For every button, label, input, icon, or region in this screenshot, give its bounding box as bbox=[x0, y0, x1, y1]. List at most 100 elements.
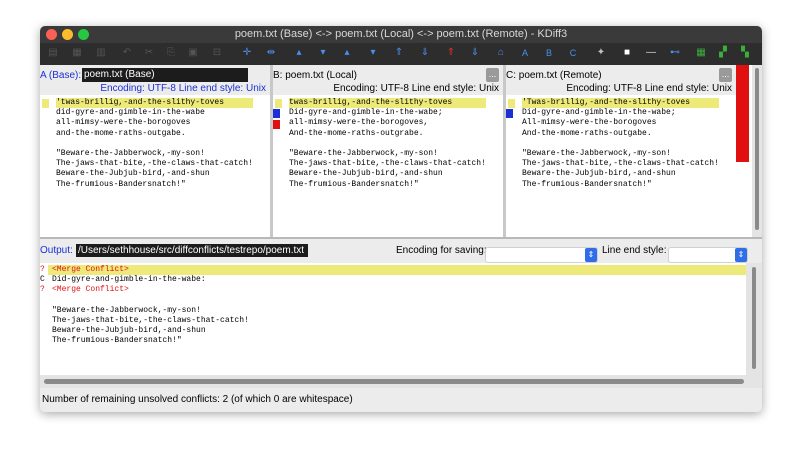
output-pane[interactable]: ? C? <Merge Conflict> Did-gyre-and-gimble-… bbox=[40, 263, 746, 375]
encoding-for-saving-label: Encoding for saving: bbox=[396, 245, 487, 256]
code-line: The-frumious-Bandersnatch!" bbox=[522, 179, 652, 189]
home-icon[interactable]: ⌂ bbox=[494, 46, 508, 60]
line-end-style-select[interactable]: ⇕ bbox=[668, 247, 748, 263]
window-title: poem.txt (Base) <-> poem.txt (Local) <->… bbox=[234, 28, 568, 40]
arrow-up-icon[interactable]: ▴ bbox=[340, 46, 354, 60]
pane-c-conflict-marker bbox=[508, 99, 515, 108]
dash-icon[interactable]: — bbox=[644, 46, 658, 60]
pane-a[interactable]: A (Base): poem.txt (Base) Encoding: UTF-… bbox=[40, 65, 270, 237]
code-line: Beware-the-Jubjub-bird,-and-shun bbox=[52, 326, 206, 336]
pane-b-encoding: Encoding: UTF-8 Line end style: Unix bbox=[333, 83, 499, 94]
square-icon[interactable]: ■ bbox=[620, 46, 634, 60]
undo-icon[interactable]: ↶ bbox=[120, 46, 134, 60]
wizard-icon[interactable]: ✦ bbox=[594, 46, 608, 60]
arrow-down-icon[interactable]: ▾ bbox=[366, 46, 380, 60]
pane-a-filename[interactable]: poem.txt (Base) bbox=[82, 68, 248, 82]
line-end-style-label: Line end style: bbox=[602, 245, 667, 256]
arrow-up-icon[interactable]: ▴ bbox=[292, 46, 306, 60]
code-line: Did-gyre-and-gimble-in-the-wabe; bbox=[289, 108, 443, 118]
kdiff3-window: poem.txt (Base) <-> poem.txt (Local) <->… bbox=[40, 26, 762, 412]
save-icon[interactable]: ▤ bbox=[46, 46, 60, 60]
overview-conflict-red bbox=[736, 65, 749, 162]
code-line: all-mimsy-were-the-borogoves, bbox=[289, 118, 429, 128]
arrow-down-icon[interactable]: ▾ bbox=[316, 46, 330, 60]
code-line: And-the-mome-raths-outgabe. bbox=[522, 128, 652, 138]
code-line: 'twas-brillig,-and-the-slithy-toves bbox=[56, 98, 253, 109]
chevron-updown-icon: ⇕ bbox=[585, 248, 597, 262]
fit-icon[interactable]: ⇹ bbox=[264, 46, 278, 60]
paste-icon[interactable]: ▣ bbox=[186, 46, 200, 60]
vertical-scrollbar-output[interactable] bbox=[746, 263, 762, 375]
output-header: Output: /Users/sethhouse/src/diffconflic… bbox=[40, 239, 762, 263]
conflict-up-icon[interactable]: ⇑ bbox=[444, 46, 458, 60]
double-up-icon[interactable]: ⇑ bbox=[392, 46, 406, 60]
code-line: Beware-the-Jubjub-bird,-and-shun bbox=[522, 169, 676, 179]
code-line: The-jaws-that-bite,-the-claws-that-catch… bbox=[522, 159, 719, 169]
toolbar: ▤ ▦ ▥ ↶ ✂ ⎘ ▣ ⊟ ✛ ⇹ ▴ ▾ ▴ ▾ ⇑ ⇓ ⇑ ⇓ ⌂ A … bbox=[40, 43, 762, 65]
choose-c-icon[interactable]: C bbox=[566, 46, 580, 60]
vertical-scrollbar-top[interactable] bbox=[752, 65, 762, 237]
pane-b-label: B: poem.txt (Local) bbox=[273, 70, 357, 81]
pane-b-diff-marker-blue bbox=[273, 109, 280, 118]
reload-icon[interactable]: ▥ bbox=[94, 46, 108, 60]
scrollbar-thumb[interactable] bbox=[752, 267, 756, 369]
pane-c-encoding: Encoding: UTF-8 Line end style: Unix bbox=[566, 83, 732, 94]
overview-b-icon[interactable]: ▞ bbox=[716, 46, 730, 60]
pane-b-diff-marker-red bbox=[273, 120, 280, 129]
code-line: "Beware-the-Jabberwock,-my-son! bbox=[56, 149, 205, 159]
pane-c-text[interactable]: 'Twas-brillig,-and-the-slithy-toves Did-g… bbox=[522, 98, 719, 190]
code-line: 'Twas-brillig,-and-the-slithy-toves bbox=[522, 98, 719, 109]
overview-a-icon[interactable]: ▦ bbox=[694, 46, 708, 60]
pane-c-label: C: poem.txt (Remote) bbox=[506, 70, 602, 81]
code-line: Beware-the-Jubjub-bird,-and-shun bbox=[56, 169, 210, 179]
output-line-marker: ? bbox=[40, 265, 45, 274]
output-line-markers: ? C? bbox=[40, 265, 45, 296]
choose-b-icon[interactable]: B bbox=[542, 46, 556, 60]
code-line: "Beware-the-Jabberwock,-my-son! bbox=[52, 305, 201, 315]
pane-b-text[interactable]: twas-brillig,-and-the-slithy-toves Did-gy… bbox=[289, 98, 486, 190]
pane-c-header: C: poem.txt (Remote) ... Encoding: UTF-8… bbox=[506, 65, 736, 95]
code-line: The-jaws-that-bite,-the-claws-that-catch… bbox=[56, 159, 253, 169]
pane-a-header: A (Base): poem.txt (Base) Encoding: UTF-… bbox=[40, 65, 270, 95]
pane-a-text[interactable]: 'twas-brillig,-and-the-slithy-toves did-g… bbox=[56, 98, 253, 190]
pane-c-browse-button[interactable]: ... bbox=[719, 68, 732, 82]
pane-a-encoding: Encoding: UTF-8 Line end style: Unix bbox=[100, 83, 266, 94]
link-icon[interactable]: ⊷ bbox=[668, 46, 682, 60]
code-line: All-mimsy-were-the-borogoves bbox=[522, 118, 657, 128]
output-line-marker: ? bbox=[40, 285, 45, 295]
scrollbar-thumb[interactable] bbox=[44, 379, 744, 384]
output-path[interactable]: /Users/sethhouse/src/diffconflicts/testr… bbox=[76, 244, 308, 257]
open-icon[interactable]: ▦ bbox=[70, 46, 84, 60]
pane-c[interactable]: C: poem.txt (Remote) ... Encoding: UTF-8… bbox=[506, 65, 736, 237]
diff-overview-strip[interactable] bbox=[736, 65, 752, 237]
code-line: <Merge Conflict> bbox=[52, 265, 129, 274]
title-bar: poem.txt (Base) <-> poem.txt (Local) <->… bbox=[40, 26, 762, 43]
split-icon[interactable]: ⊟ bbox=[210, 46, 224, 60]
encoding-select[interactable]: ⇕ bbox=[485, 247, 598, 263]
scrollbar-thumb[interactable] bbox=[755, 68, 759, 230]
overview-c-icon[interactable]: ▚ bbox=[738, 46, 752, 60]
code-line: all-mimsy-were-the-borogoves bbox=[56, 118, 191, 128]
code-line: Beware-the-Jubjub-bird,-and-shun bbox=[289, 169, 443, 179]
code-line: Did-gyre-and-gimble-in-the-wabe: bbox=[52, 275, 206, 285]
pane-b-browse-button[interactable]: ... bbox=[486, 68, 499, 82]
crosshair-icon[interactable]: ✛ bbox=[240, 46, 254, 60]
code-line: and-the-mome-raths-outgabe. bbox=[56, 128, 186, 138]
cut-icon[interactable]: ✂ bbox=[142, 46, 156, 60]
double-down-icon[interactable]: ⇓ bbox=[418, 46, 432, 60]
pane-a-label: A (Base): bbox=[40, 70, 82, 81]
output-text[interactable]: <Merge Conflict> Did-gyre-and-gimble-in-t… bbox=[52, 265, 249, 347]
horizontal-scrollbar[interactable] bbox=[40, 375, 762, 388]
output-label: Output: bbox=[40, 245, 73, 256]
code-line: The-jaws-that-bite,-the-claws-that-catch… bbox=[289, 159, 486, 169]
pane-b[interactable]: B: poem.txt (Local) ... Encoding: UTF-8 … bbox=[273, 65, 503, 237]
choose-a-icon[interactable]: A bbox=[518, 46, 532, 60]
conflict-down-icon[interactable]: ⇓ bbox=[468, 46, 482, 60]
pane-a-conflict-marker bbox=[42, 99, 49, 108]
code-line: And-the-mome-raths-outgrabe. bbox=[289, 128, 424, 138]
code-line: The-jaws-that-bite,-the-claws-that-catch… bbox=[52, 316, 249, 326]
copy-icon[interactable]: ⎘ bbox=[164, 46, 178, 60]
